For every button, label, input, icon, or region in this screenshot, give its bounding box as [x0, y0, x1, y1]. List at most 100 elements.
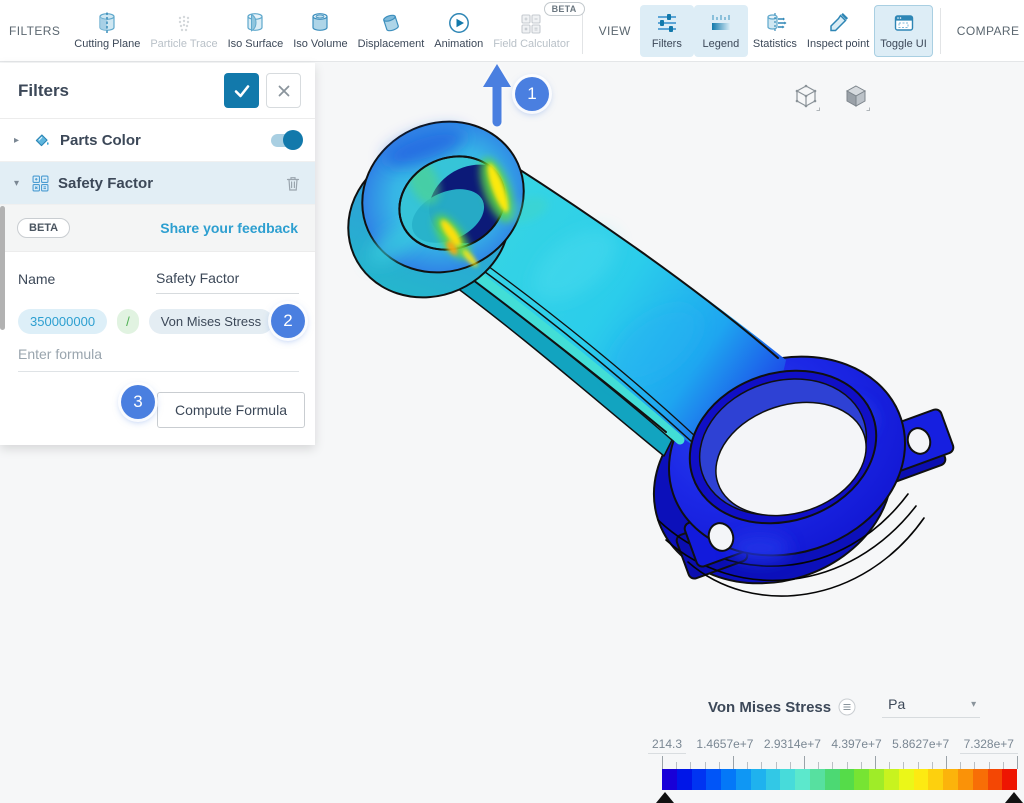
filter-row-parts-color[interactable]: ▸ Parts Color	[0, 119, 315, 162]
tool-iso-surface[interactable]: Iso Surface	[223, 5, 289, 57]
legend-tick: 5.8627e+7	[892, 737, 949, 754]
close-icon	[276, 83, 292, 99]
compare-section-label: COMPARE	[957, 24, 1020, 38]
chevron-down-icon: ▾	[971, 699, 976, 710]
unit-select[interactable]: Pa ▾	[882, 696, 980, 718]
colorbar-max-marker[interactable]	[1005, 792, 1023, 803]
annotation-step-2: 2	[271, 304, 305, 338]
annotation-step-3: 3	[121, 385, 155, 419]
inspect-point-icon	[826, 11, 850, 35]
tool-field-calculator[interactable]: BETA Field Calculator	[488, 5, 574, 57]
chevron-down-icon: ▾	[14, 178, 23, 189]
tool-view-legend[interactable]: Legend	[694, 5, 748, 57]
trash-icon[interactable]	[285, 175, 301, 192]
tool-iso-volume[interactable]: Iso Volume	[288, 5, 352, 57]
legend-tick: 2.9314e+7	[764, 737, 821, 754]
cutting-plane-icon	[95, 11, 119, 35]
particle-trace-icon	[172, 11, 196, 35]
apply-button[interactable]	[224, 73, 259, 108]
formula-input[interactable]: Enter formula	[18, 346, 299, 372]
tool-label: Iso Surface	[228, 38, 284, 50]
tool-inspect-point[interactable]: Inspect point	[802, 5, 874, 57]
tool-particle-trace[interactable]: Particle Trace	[145, 5, 222, 57]
tool-view-statistics[interactable]: Statistics	[748, 5, 802, 57]
filter-row-safety-factor[interactable]: ▾ Safety Factor	[0, 162, 315, 205]
formula-chips-row: 350000000 / Von Mises Stress	[0, 296, 315, 334]
wireframe-cube-button[interactable]	[789, 80, 823, 114]
colorbar-ruler	[662, 756, 1017, 769]
tool-label: Iso Volume	[293, 38, 347, 50]
beta-badge: BETA	[17, 218, 70, 238]
legend-min-value[interactable]: 214.3	[648, 737, 686, 754]
colorbar-min-marker[interactable]	[656, 792, 674, 803]
tool-displacement[interactable]: Displacement	[353, 5, 430, 57]
filter-row-label: Safety Factor	[58, 175, 276, 192]
filter-row-label: Parts Color	[60, 132, 262, 149]
panel-title: Filters	[18, 81, 224, 101]
parts-color-toggle[interactable]	[271, 134, 301, 147]
top-toolbar: FILTERS Cutting Plane Particle Trace Iso	[0, 0, 1024, 62]
beta-feedback-row: BETA Share your feedback	[0, 205, 315, 252]
colorbar-wrap	[662, 756, 1017, 790]
legend-title: Von Mises Stress	[708, 699, 831, 716]
filters-icon	[655, 11, 679, 35]
unit-value: Pa	[888, 696, 905, 712]
solid-cube-icon	[841, 82, 871, 112]
legend-tick: 1.4657e+7	[696, 737, 753, 754]
legend-header: Von Mises Stress Pa ▾	[708, 696, 1018, 718]
feedback-link[interactable]: Share your feedback	[160, 220, 298, 236]
tool-label: Toggle UI	[880, 38, 926, 50]
legend-icon	[709, 11, 733, 35]
legend-max-value[interactable]: 7.328e+7	[960, 737, 1018, 754]
tool-label: Displacement	[358, 38, 425, 50]
legend-tick: 4.397e+7	[831, 737, 881, 754]
formula-chip-number[interactable]: 350000000	[18, 309, 107, 334]
view-section-label: VIEW	[599, 24, 631, 38]
legend-menu-button[interactable]	[838, 698, 856, 716]
tool-label: Inspect point	[807, 38, 869, 50]
check-icon	[232, 81, 252, 101]
tool-label: Particle Trace	[150, 38, 217, 50]
filters-section-label: FILTERS	[9, 24, 60, 38]
wireframe-cube-icon	[791, 82, 821, 112]
tool-label: Cutting Plane	[74, 38, 140, 50]
tool-label: Statistics	[753, 38, 797, 50]
compute-formula-button[interactable]: Compute Formula	[157, 392, 305, 428]
chevron-right-icon: ▸	[14, 135, 23, 146]
tool-label: Legend	[703, 38, 740, 50]
field-grid-icon	[32, 175, 49, 192]
name-row: Name Safety Factor	[0, 252, 315, 296]
legend-tick-labels: 214.3 1.4657e+7 2.9314e+7 4.397e+7 5.862…	[648, 737, 1018, 754]
toggle-knob	[283, 130, 303, 150]
name-input[interactable]: Safety Factor	[156, 270, 299, 294]
filters-panel-header: Filters	[0, 63, 315, 119]
hamburger-circle-icon	[838, 698, 856, 716]
formula-chip-field[interactable]: Von Mises Stress	[149, 309, 273, 334]
iso-volume-icon	[308, 11, 332, 35]
tool-label: Field Calculator	[493, 38, 569, 50]
animation-icon	[447, 11, 471, 35]
compute-row: Compute Formula	[0, 372, 315, 445]
tool-label: Filters	[652, 38, 682, 50]
toggle-ui-icon	[892, 11, 916, 35]
tool-view-filters[interactable]: Filters	[640, 5, 694, 57]
tool-toggle-ui[interactable]: Toggle UI	[874, 5, 932, 57]
field-calculator-icon	[519, 11, 543, 35]
close-button[interactable]	[266, 73, 301, 108]
field-calculator-beta-badge: BETA	[544, 2, 585, 16]
result-legend: Von Mises Stress Pa ▾ 214.3 1.4657e+7 2.…	[648, 696, 1018, 790]
filters-panel: Filters ▸ Parts Color ▾	[0, 63, 315, 445]
panel-scrollbar[interactable]	[0, 206, 5, 330]
colorbar[interactable]	[662, 769, 1017, 790]
annotation-step-1: 1	[515, 77, 549, 111]
paint-bucket-icon	[32, 131, 51, 150]
solid-cube-button[interactable]	[839, 80, 873, 114]
toolbar-separator	[940, 8, 941, 54]
tool-animation[interactable]: Animation	[429, 5, 488, 57]
tool-cutting-plane[interactable]: Cutting Plane	[69, 5, 145, 57]
iso-surface-icon	[243, 11, 267, 35]
formula-chip-operator[interactable]: /	[117, 309, 139, 334]
statistics-icon	[763, 11, 787, 35]
displacement-icon	[379, 11, 403, 35]
name-label: Name	[18, 271, 138, 294]
